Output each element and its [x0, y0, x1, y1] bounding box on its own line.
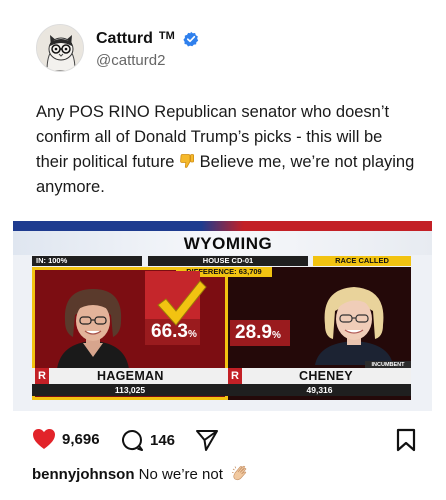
cheney-pct: 28.9%: [235, 322, 281, 344]
post-text: Any POS RINO Republican senator who does…: [36, 100, 416, 200]
top-color-band: [13, 221, 432, 231]
bookmark-button[interactable]: [396, 428, 416, 452]
state-title: WYOMING: [183, 234, 273, 253]
hageman-pct: 66.3%: [151, 321, 197, 343]
precincts-reporting: IN: 100%: [32, 256, 142, 266]
heart-icon[interactable]: [32, 428, 56, 450]
like-count: 9,696: [62, 430, 100, 448]
action-bar: 9,696 146: [32, 428, 422, 452]
cheney-photo: [315, 287, 393, 365]
comment-text: No we’re not: [138, 466, 223, 483]
cheney-name: CHENEY: [299, 369, 353, 383]
hageman-photo: [57, 289, 129, 369]
cat-avatar-icon: [37, 25, 83, 71]
cheney-pct-sign: %: [271, 330, 281, 341]
thumbs-down-emoji-icon: [180, 154, 195, 168]
hageman-name: HAGEMAN: [97, 369, 164, 383]
avatar[interactable]: [36, 24, 84, 72]
race-called-badge: RACE CALLED: [313, 256, 411, 266]
cheney-party-badge: R: [228, 368, 242, 384]
hageman-party-badge: R: [35, 368, 49, 384]
bookmark-icon[interactable]: [396, 428, 416, 452]
district-label: HOUSE CD-01: [148, 256, 308, 266]
hageman-pct-sign: %: [187, 329, 197, 340]
share-icon[interactable]: [195, 428, 219, 452]
author-handle[interactable]: @catturd2: [96, 52, 165, 69]
cheney-votes: 49,316: [228, 384, 411, 396]
comment-button[interactable]: 146: [120, 428, 175, 452]
cheney-pct-value: 28.9: [235, 322, 272, 343]
hageman-pct-value: 66.3: [151, 321, 188, 342]
comment-count: 146: [150, 431, 176, 449]
post-image[interactable]: WYOMING IN: 100% HOUSE CD-01 RACE CALLED…: [13, 221, 432, 411]
clap-emoji-icon: [232, 465, 247, 481]
author-row: Catturd TM: [96, 30, 199, 48]
comment-username[interactable]: bennyjohnson: [32, 466, 135, 483]
like-button[interactable]: 9,696: [32, 428, 100, 450]
post-card: Catturd TM @catturd2 Any POS RINO Republ…: [0, 0, 446, 500]
share-button[interactable]: [195, 428, 219, 452]
top-comment: bennyjohnson No we’re not: [32, 464, 249, 483]
trademark-mark: TM: [158, 30, 175, 42]
author-name[interactable]: Catturd: [96, 30, 153, 48]
hageman-votes: 113,025: [32, 384, 228, 396]
verified-icon: [183, 31, 198, 47]
comment-icon[interactable]: [120, 428, 144, 452]
